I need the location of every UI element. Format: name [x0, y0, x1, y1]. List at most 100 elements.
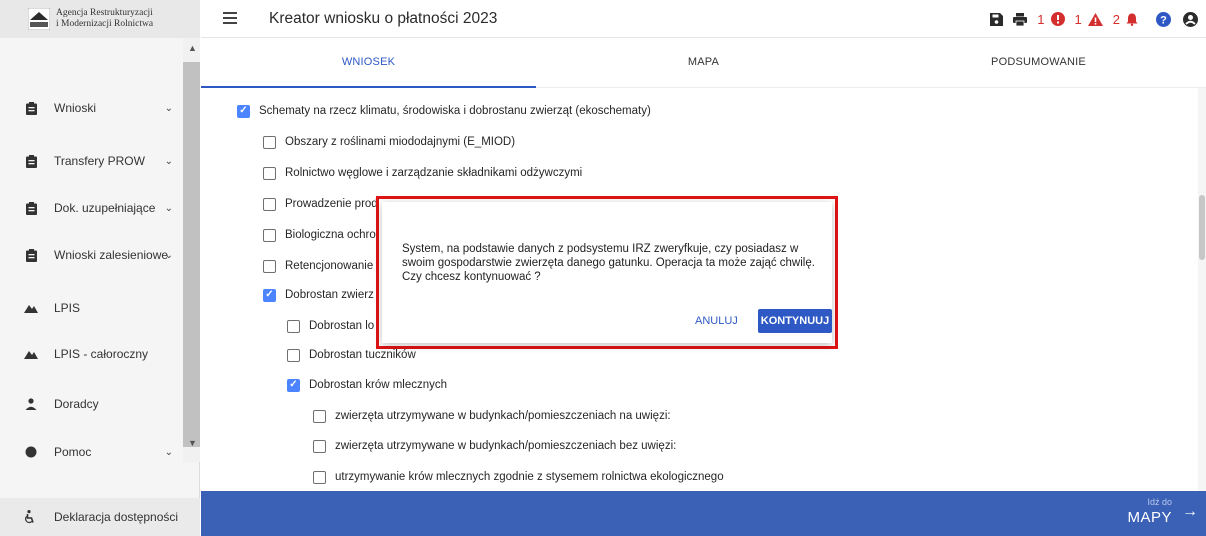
checkbox[interactable] — [263, 166, 276, 180]
accessibility-icon — [24, 510, 38, 524]
error-count: 1 — [1037, 11, 1045, 27]
bell-icon[interactable] — [1126, 9, 1138, 29]
content-vertical-scrollbar[interactable] — [1198, 88, 1206, 491]
arimr-logo-icon — [27, 7, 51, 31]
checkbox-checked[interactable]: ✓ — [287, 378, 300, 392]
checkbox-label: zwierzęta utrzymywane w budynkach/pomies… — [335, 440, 677, 452]
tab-mapa[interactable]: MAPA — [536, 38, 871, 86]
checkbox-checked[interactable]: ✓ — [237, 104, 250, 118]
checkbox-row[interactable]: Dobrostan lo — [287, 317, 374, 335]
checkbox-label: Dobrostan tuczników — [309, 349, 416, 361]
save-icon[interactable] — [990, 9, 1004, 29]
sidebar-item-label: Pomoc — [54, 445, 92, 459]
sidebar-item-lpis-caloroczny[interactable]: LPIS - całoroczny — [0, 336, 183, 372]
sidebar-item-dok-uzupelniajace[interactable]: Dok. uzupełniające ⌄ — [0, 190, 183, 226]
toolbar-icons: 1 1 2 ? — [990, 8, 1198, 30]
checkbox-row[interactable]: ✓ Schematy na rzecz klimatu, środowiska … — [237, 102, 651, 120]
checkbox[interactable] — [263, 135, 276, 149]
checkbox-label: Dobrostan zwierz — [285, 289, 374, 301]
chevron-down-icon[interactable]: ⌄ — [165, 447, 173, 458]
notification-count: 2 — [1112, 11, 1120, 27]
checkbox-row[interactable]: ✓ Dobrostan zwierz — [263, 286, 374, 304]
checkbox-label: Dobrostan lo — [309, 320, 375, 332]
checkbox-label: Obszary z roślinami miododajnymi (E_MIOD… — [285, 136, 516, 148]
chevron-down-icon[interactable]: ⌄ — [165, 103, 173, 114]
sidebar-scroll-thumb[interactable] — [183, 62, 200, 447]
checkbox-label: Schematy na rzecz klimatu, środowiska i … — [259, 105, 651, 117]
sidebar: Agencja Restrukturyzacji i Modernizacji … — [0, 0, 200, 536]
checkbox[interactable] — [263, 228, 276, 242]
sidebar-item-lpis[interactable]: LPIS — [0, 290, 183, 326]
checkbox-label: Retencjonowanie — [285, 260, 374, 272]
checkbox[interactable] — [313, 409, 326, 423]
checkbox-label: Rolnictwo węglowe i zarządzanie składnik… — [285, 167, 583, 179]
chevron-down-icon[interactable]: ⌄ — [165, 250, 173, 261]
help-icon — [24, 445, 38, 459]
sidebar-item-label: Dok. uzupełniające — [54, 201, 156, 215]
mountain-icon — [24, 347, 38, 361]
sidebar-item-transfery-prow[interactable]: Transfery PROW ⌄ — [0, 143, 183, 179]
sidebar-item-pomoc[interactable]: Pomoc ⌄ — [0, 434, 183, 462]
menu-icon[interactable] — [223, 12, 237, 24]
checkbox[interactable] — [263, 197, 276, 211]
svg-text:?: ? — [1160, 14, 1167, 26]
checkbox[interactable] — [313, 470, 326, 484]
clipboard-icon — [24, 248, 38, 262]
tab-podsumowanie[interactable]: PODSUMOWANIE — [871, 38, 1206, 86]
sidebar-menu: Wnioski ⌄ Transfery PROW ⌄ Dok. uzupełni… — [0, 38, 200, 462]
checkbox-label: zwierzęta utrzymywane w budynkach/pomies… — [335, 410, 671, 422]
tab-wniosek[interactable]: WNIOSEK — [201, 38, 536, 88]
goto-sub-label: Idź do — [1147, 497, 1172, 507]
warning-icon[interactable] — [1087, 9, 1103, 29]
checkbox-row[interactable]: zwierzęta utrzymywane w budynkach/pomies… — [313, 407, 671, 425]
chevron-down-icon[interactable]: ⌄ — [165, 156, 173, 167]
continue-button[interactable]: KONTYNUUJ — [758, 309, 832, 333]
bottom-nav-bar: Idź do MAPY → — [201, 491, 1206, 536]
accessibility-declaration-link[interactable]: Deklaracja dostępności — [0, 498, 200, 536]
checkbox-label: Dobrostan krów mlecznych — [309, 379, 448, 391]
checkbox-label: Prowadzenie prod — [285, 198, 378, 210]
checkbox-row[interactable]: Obszary z roślinami miododajnymi (E_MIOD… — [263, 133, 515, 151]
checkbox-row[interactable]: utrzymywanie krów mlecznych zgodnie z st… — [313, 468, 724, 486]
goto-map-button[interactable]: MAPY — [1127, 509, 1172, 526]
person-icon — [24, 397, 38, 411]
checkbox-row[interactable]: Biologiczna ochro — [263, 226, 376, 244]
sidebar-item-wnioski-zalesieniowe[interactable]: Wnioski zalesieniowe ⌄ — [0, 237, 183, 273]
checkbox-label: Biologiczna ochro — [285, 229, 376, 241]
tab-bar: WNIOSEK MAPA PODSUMOWANIE — [201, 38, 1206, 88]
sidebar-item-label: LPIS - całoroczny — [54, 347, 149, 361]
chevron-down-icon[interactable]: ⌄ — [165, 203, 173, 214]
sidebar-item-label: Doradcy — [54, 397, 99, 411]
accessibility-declaration-label: Deklaracja dostępności — [54, 510, 179, 524]
checkbox-row[interactable]: Prowadzenie prod — [263, 195, 378, 213]
sidebar-item-wnioski[interactable]: Wnioski ⌄ — [0, 90, 183, 126]
checkbox-label: utrzymywanie krów mlecznych zgodnie z st… — [335, 471, 724, 483]
checkbox-row[interactable]: Rolnictwo węglowe i zarządzanie składnik… — [263, 164, 582, 182]
checkbox-row[interactable]: zwierzęta utrzymywane w budynkach/pomies… — [313, 437, 676, 455]
sidebar-item-doradcy[interactable]: Doradcy — [0, 386, 183, 422]
cancel-button[interactable]: ANULUJ — [695, 310, 738, 332]
clipboard-icon — [24, 101, 38, 115]
checkbox[interactable] — [263, 259, 276, 273]
help-icon[interactable]: ? — [1156, 9, 1171, 29]
sidebar-item-label: Wnioski — [54, 101, 97, 115]
checkbox[interactable] — [287, 319, 300, 333]
error-icon[interactable] — [1050, 9, 1065, 29]
arrow-right-icon[interactable]: → — [1182, 503, 1198, 521]
print-icon[interactable] — [1013, 9, 1028, 29]
brand-logo[interactable]: Agencja Restrukturyzacji i Modernizacji … — [0, 0, 200, 38]
checkbox[interactable] — [313, 439, 326, 453]
scroll-down-icon[interactable]: ▼ — [188, 438, 197, 448]
content-scroll-thumb[interactable] — [1199, 195, 1205, 260]
warning-count: 1 — [1074, 11, 1082, 27]
scroll-up-icon[interactable]: ▲ — [188, 43, 197, 53]
account-icon[interactable] — [1183, 9, 1198, 29]
checkbox-row[interactable]: ✓ Dobrostan krów mlecznych — [287, 376, 447, 394]
brand-line-2: i Modernizacji Rolnictwa — [56, 19, 154, 29]
dialog-message: System, na podstawie danych z podsystemu… — [402, 243, 815, 283]
checkbox-checked[interactable]: ✓ — [263, 288, 276, 302]
confirmation-dialog: System, na podstawie danych z podsystemu… — [382, 202, 832, 343]
checkbox-row[interactable]: Retencjonowanie — [263, 257, 373, 275]
sidebar-item-label: LPIS — [54, 301, 81, 315]
checkbox[interactable] — [287, 348, 300, 362]
